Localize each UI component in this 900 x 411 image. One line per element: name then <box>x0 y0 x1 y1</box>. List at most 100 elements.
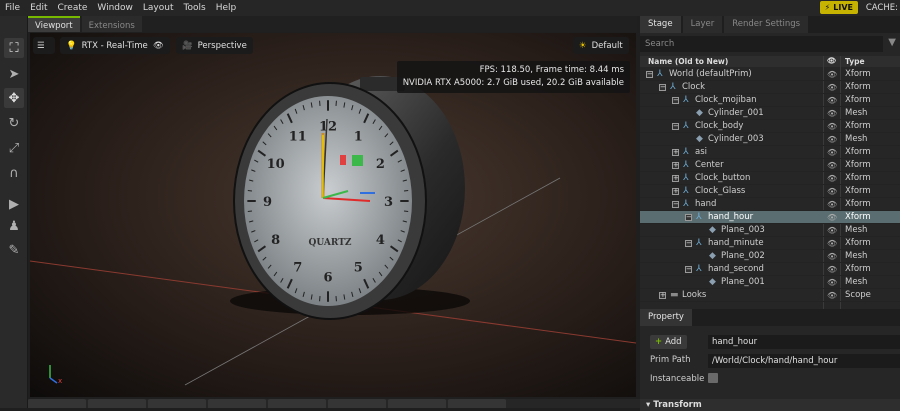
tab-extensions[interactable]: Extensions <box>82 16 142 32</box>
collapse-toggle-icon[interactable]: − <box>685 214 692 221</box>
visibility-eye-icon[interactable]: 👁 <box>827 68 837 81</box>
visibility-eye-icon[interactable]: 👁 <box>827 211 837 224</box>
name-column-header[interactable]: Name (Old to New) <box>648 57 728 66</box>
bottom-tab[interactable] <box>328 399 386 408</box>
tab-property[interactable]: Property <box>640 309 692 326</box>
expand-toggle-icon[interactable]: + <box>672 162 679 169</box>
visibility-eye-icon[interactable]: 👁 <box>827 250 837 263</box>
stage-tree-row[interactable]: ◆Plane_001👁Mesh <box>640 276 900 289</box>
stage-tree-row[interactable]: +▬Looks👁Scope <box>640 289 900 302</box>
stage-tree-row[interactable]: +⅄Clock_button👁Xform <box>640 172 900 185</box>
stage-tree-row[interactable]: −⅄Clock_body👁Xform <box>640 120 900 133</box>
visibility-button[interactable]: 👁 <box>150 37 170 54</box>
stage-tree-row[interactable]: −⅄World (defaultPrim)👁Xform <box>640 68 900 81</box>
stage-tree-row[interactable]: +⅄Clock_Glass👁Xform <box>640 185 900 198</box>
prim-name-field[interactable]: hand_hour <box>708 335 900 349</box>
collapse-toggle-icon[interactable]: − <box>685 240 692 247</box>
viewport[interactable]: 121234567891011 QUARTZ x ☰ 💡RTX - Real-T… <box>30 33 636 397</box>
play-icon[interactable]: ▶ <box>4 194 24 214</box>
visibility-eye-icon[interactable]: 👁 <box>827 198 837 211</box>
stage-tree-row[interactable]: ◆Plane_003👁Mesh <box>640 224 900 237</box>
camera-button[interactable]: 🎥Perspective <box>176 37 253 54</box>
collapse-toggle-icon[interactable]: − <box>685 266 692 273</box>
collapse-toggle-icon[interactable]: − <box>672 97 679 104</box>
menu-item-tools[interactable]: Tools <box>179 0 211 16</box>
stage-tree-row[interactable]: −⅄hand_second👁Xform <box>640 263 900 276</box>
live-toggle[interactable]: ⚡LIVE <box>820 1 858 14</box>
visibility-eye-icon[interactable]: 👁 <box>827 172 837 185</box>
cache-label[interactable]: CACHE: <box>866 0 898 16</box>
stage-tree-row[interactable]: ◆Cylinder_001👁Mesh <box>640 107 900 120</box>
visibility-eye-icon[interactable]: 👁 <box>827 94 837 107</box>
bottom-tab[interactable] <box>268 399 326 408</box>
menu-item-window[interactable]: Window <box>92 0 138 16</box>
collapse-toggle-icon[interactable]: − <box>646 71 653 78</box>
eye-column-icon[interactable]: 👁 <box>827 56 837 65</box>
bottom-tab[interactable] <box>88 399 146 408</box>
expand-toggle-icon[interactable]: + <box>672 188 679 195</box>
stage-tree-row[interactable]: +⅄asi👁Xform <box>640 146 900 159</box>
add-button[interactable]: +Add <box>650 335 687 349</box>
type-column-header[interactable]: Type <box>845 57 865 66</box>
bottom-tab[interactable] <box>388 399 446 408</box>
menu-item-create[interactable]: Create <box>53 0 93 16</box>
filter-icon[interactable]: ▼ <box>888 37 896 48</box>
sun-icon: ☀ <box>579 41 587 51</box>
menu-item-file[interactable]: File <box>0 0 25 16</box>
visibility-eye-icon[interactable]: 👁 <box>827 185 837 198</box>
visibility-eye-icon[interactable]: 👁 <box>827 159 837 172</box>
tab-viewport[interactable]: Viewport <box>28 16 80 32</box>
visibility-eye-icon[interactable]: 👁 <box>827 133 837 146</box>
menu-item-help[interactable]: Help <box>211 0 242 16</box>
viewport-settings-button[interactable]: ☰ <box>33 37 55 54</box>
snap-icon[interactable]: ∩ <box>4 163 24 183</box>
tab-layer[interactable]: Layer <box>683 16 723 33</box>
instanceable-checkbox[interactable] <box>708 373 718 383</box>
visibility-eye-icon[interactable]: 👁 <box>827 276 837 289</box>
stage-header: Name (Old to New) 👁 Type <box>640 56 900 67</box>
bottom-tab[interactable] <box>148 399 206 408</box>
stage-tree-row[interactable]: +⅄Center👁Xform <box>640 159 900 172</box>
visibility-eye-icon[interactable]: 👁 <box>827 263 837 276</box>
scale-icon[interactable]: ⤢ <box>4 138 24 158</box>
stage-search-input[interactable]: Search <box>640 36 883 52</box>
lighting-button[interactable]: ☀Default <box>573 37 629 54</box>
visibility-eye-icon[interactable]: 👁 <box>827 81 837 94</box>
visibility-eye-icon[interactable]: 👁 <box>827 146 837 159</box>
visibility-eye-icon[interactable]: 👁 <box>827 224 837 237</box>
expand-toggle-icon[interactable]: + <box>672 175 679 182</box>
bottom-tab[interactable] <box>28 399 86 408</box>
collapse-toggle-icon[interactable]: − <box>672 123 679 130</box>
prim-path-field[interactable]: /World/Clock/hand/hand_hour <box>708 354 900 368</box>
move-icon[interactable]: ✥ <box>4 88 24 108</box>
stage-tree-row[interactable]: −⅄Clock👁Xform <box>640 81 900 94</box>
collapse-toggle-icon[interactable]: − <box>672 201 679 208</box>
bottom-tab[interactable] <box>448 399 506 408</box>
pointer-icon[interactable]: ➤ <box>4 64 24 84</box>
expand-toggle-icon[interactable]: + <box>659 292 666 299</box>
bottom-tab[interactable] <box>208 399 266 408</box>
stage-tree-row[interactable]: −⅄hand👁Xform <box>640 198 900 211</box>
physics-icon[interactable]: ♟ <box>4 216 24 236</box>
stage-tree-row[interactable]: −⅄hand_minute👁Xform <box>640 237 900 250</box>
transform-section-header[interactable]: ▾ Transform <box>640 399 900 411</box>
stage-tree-row[interactable]: ◆Plane_002👁Mesh <box>640 250 900 263</box>
menu-item-layout[interactable]: Layout <box>138 0 179 16</box>
visibility-eye-icon[interactable]: 👁 <box>827 107 837 120</box>
visibility-eye-icon[interactable]: 👁 <box>827 237 837 250</box>
paint-icon[interactable]: ✎ <box>4 240 24 260</box>
menu-item-edit[interactable]: Edit <box>25 0 52 16</box>
rotate-icon[interactable]: ↻ <box>4 113 24 133</box>
stage-tree-row[interactable]: −⅄Clock_mojiban👁Xform <box>640 94 900 107</box>
select-icon[interactable]: ⛶ <box>4 38 24 58</box>
stage-tree-row[interactable]: −⅄hand_hour👁Xform <box>640 211 900 224</box>
visibility-eye-icon[interactable]: 👁 <box>827 120 837 133</box>
render-mode-button[interactable]: 💡RTX - Real-Time <box>60 37 154 54</box>
clock-numeral: 12 <box>319 119 337 134</box>
visibility-eye-icon[interactable]: 👁 <box>827 289 837 302</box>
tab-render-settings[interactable]: Render Settings <box>724 16 808 33</box>
tab-stage[interactable]: Stage <box>640 16 681 33</box>
stage-tree-row[interactable]: ◆Cylinder_003👁Mesh <box>640 133 900 146</box>
collapse-toggle-icon[interactable]: − <box>659 84 666 91</box>
expand-toggle-icon[interactable]: + <box>672 149 679 156</box>
